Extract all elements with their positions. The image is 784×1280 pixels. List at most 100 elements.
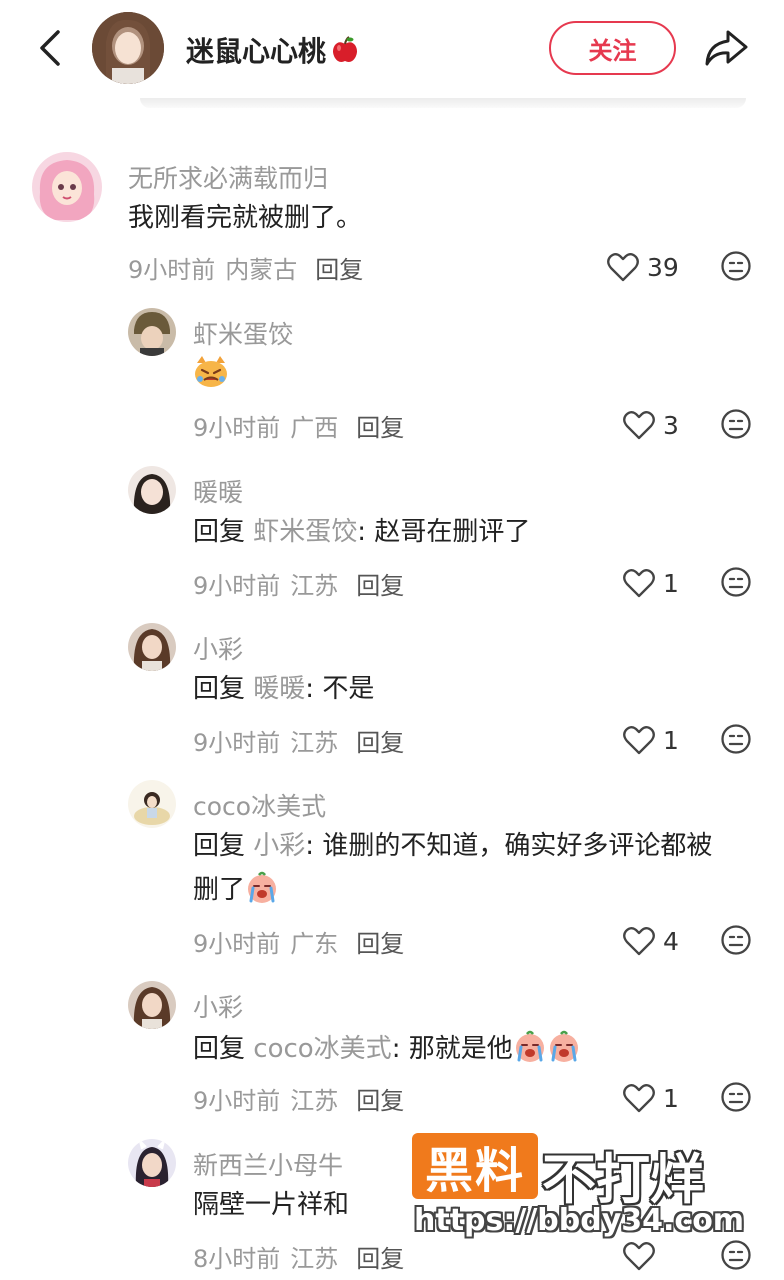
comment-location: 内蒙古	[225, 256, 298, 284]
commenter-avatar[interactable]	[128, 623, 176, 671]
dislike-icon[interactable]	[720, 408, 752, 440]
reply-button[interactable]: 回复	[315, 256, 363, 284]
like-count: 1	[663, 568, 679, 598]
commenter-avatar[interactable]	[128, 780, 176, 828]
dislike-icon[interactable]	[720, 723, 752, 755]
heart-icon	[623, 726, 655, 755]
commenter-name[interactable]: 小彩	[193, 988, 243, 1024]
comment-text[interactable]: 我刚看完就被删了。	[128, 196, 362, 240]
back-arrow-icon[interactable]	[30, 26, 70, 70]
like-count: 3	[663, 410, 679, 440]
comment-time: 9小时前	[193, 930, 281, 958]
comment-time: 9小时前	[193, 572, 281, 600]
reply-body: : 那就是他	[391, 1034, 513, 1064]
author-name-text: 迷鼠心心桃	[186, 35, 327, 68]
comment-meta: 9小时前 广西 回复	[193, 408, 404, 443]
like-count: 39	[647, 252, 679, 282]
comment-location: 江苏	[290, 729, 339, 757]
heart-icon	[623, 927, 655, 956]
reply-prefix: 回复	[193, 1034, 246, 1064]
comment-time: 9小时前	[193, 1087, 281, 1115]
comment-meta: 9小时前 江苏 回复	[193, 566, 404, 601]
comment-location: 广东	[290, 930, 339, 958]
heart-icon	[623, 1084, 655, 1113]
commenter-avatar[interactable]	[128, 466, 176, 514]
reply-item: coco冰美式 回复 小彩: 谁删的不知道，确实好多评论都被 删了 9小时前 广东回…	[0, 778, 784, 968]
author-avatar[interactable]	[92, 12, 164, 84]
reply-target-name[interactable]: 虾米蛋饺	[253, 517, 357, 547]
comment-text[interactable]: 回复 小彩: 谁删的不知道，确实好多评论都被删了	[193, 824, 763, 912]
reply-item: 虾米蛋饺 9小时前 广西 回复 3	[0, 306, 784, 446]
like-button[interactable]: 1	[623, 725, 679, 755]
comment-text[interactable]: 回复 暖暖: 不是	[193, 667, 374, 711]
dislike-icon[interactable]	[720, 1081, 752, 1113]
commenter-avatar[interactable]	[128, 981, 176, 1029]
reply-button[interactable]: 回复	[356, 572, 404, 600]
watermark: 黑料 不打烊 https://bbdy34.com	[410, 1133, 750, 1273]
commenter-name[interactable]: 暖暖	[193, 473, 243, 509]
dislike-icon[interactable]	[720, 566, 752, 598]
reply-body: : 谁删的不知道，确实好多评论都被	[305, 831, 713, 861]
comment-text[interactable]	[193, 352, 229, 396]
reply-prefix: 回复	[193, 831, 246, 861]
like-button[interactable]: 1	[623, 568, 679, 598]
dislike-icon[interactable]	[720, 924, 752, 956]
author-name[interactable]: 迷鼠心心桃	[186, 30, 360, 70]
comment-time: 9小时前	[193, 729, 281, 757]
reply-target-name[interactable]: coco冰美式	[253, 1034, 391, 1064]
reply-body-line2: 删了	[193, 875, 246, 905]
comment-time: 9小时前	[193, 414, 281, 442]
reply-item: 小彩 回复 暖暖: 不是 9小时前 江苏 回复 1	[0, 621, 784, 761]
comment-text[interactable]: 隔壁一片祥和	[193, 1183, 349, 1227]
angry-cat-emoji-icon	[195, 356, 227, 387]
comment-meta: 9小时前 江苏 回复	[193, 723, 404, 758]
commenter-name[interactable]: 无所求必满载而归	[128, 159, 328, 195]
reply-target-name[interactable]: 暖暖	[253, 674, 305, 704]
commenter-name[interactable]: coco冰美式	[193, 787, 326, 823]
comment-time: 8小时前	[193, 1245, 281, 1273]
comment-meta: 9小时前 江苏 回复	[193, 1081, 404, 1116]
reply-body: : 赵哥在删评了	[357, 517, 531, 547]
reply-button[interactable]: 回复	[356, 1245, 404, 1273]
heart-icon	[623, 411, 655, 440]
reply-target-name[interactable]: 小彩	[253, 831, 305, 861]
like-button[interactable]: 3	[623, 410, 679, 440]
commenter-name[interactable]: 虾米蛋饺	[193, 315, 293, 351]
follow-button[interactable]: 关注	[549, 21, 676, 75]
reply-button[interactable]: 回复	[356, 1087, 404, 1115]
crying-emoji-icon	[549, 1030, 578, 1062]
commenter-avatar[interactable]	[128, 1139, 176, 1187]
commenter-avatar[interactable]	[128, 308, 176, 356]
like-count: 1	[663, 1083, 679, 1113]
reply-prefix: 回复	[193, 674, 246, 704]
header-divider	[140, 98, 746, 108]
comment-time: 9小时前	[128, 256, 216, 284]
comment-location: 江苏	[290, 1245, 339, 1273]
commenter-avatar[interactable]	[32, 152, 102, 222]
comment-location: 江苏	[290, 1087, 339, 1115]
comment-meta: 9小时前 广东 回复	[193, 924, 404, 959]
reply-button[interactable]: 回复	[356, 729, 404, 757]
commenter-name[interactable]: 小彩	[193, 630, 243, 666]
comment-location: 广西	[290, 414, 339, 442]
like-button[interactable]: 4	[623, 926, 679, 956]
reply-prefix: 回复	[193, 517, 246, 547]
reply-button[interactable]: 回复	[356, 930, 404, 958]
watermark-badge: 黑料	[412, 1133, 538, 1199]
comment-text[interactable]: 回复 coco冰美式: 那就是他	[193, 1027, 581, 1071]
like-button[interactable]: 39	[607, 252, 679, 282]
commenter-name[interactable]: 新西兰小母牛	[193, 1146, 343, 1182]
reply-item: 暖暖 回复 虾米蛋饺: 赵哥在删评了 9小时前 江苏 回复 1	[0, 464, 784, 604]
crying-emoji-icon	[515, 1030, 544, 1062]
share-icon[interactable]	[702, 26, 750, 70]
reply-item: 小彩 回复 coco冰美式: 那就是他 9小时前 江苏 回复 1	[0, 979, 784, 1119]
comment-text[interactable]: 回复 虾米蛋饺: 赵哥在删评了	[193, 510, 530, 554]
heart-icon	[607, 253, 639, 282]
like-count: 4	[663, 926, 679, 956]
dislike-icon[interactable]	[720, 250, 752, 282]
reply-button[interactable]: 回复	[356, 414, 404, 442]
like-button[interactable]: 1	[623, 1083, 679, 1113]
heart-icon	[623, 569, 655, 598]
comment-item: 无所求必满载而归 我刚看完就被删了。 9小时前 内蒙古 回复 39	[0, 150, 784, 290]
apple-emoji-icon	[333, 36, 358, 62]
